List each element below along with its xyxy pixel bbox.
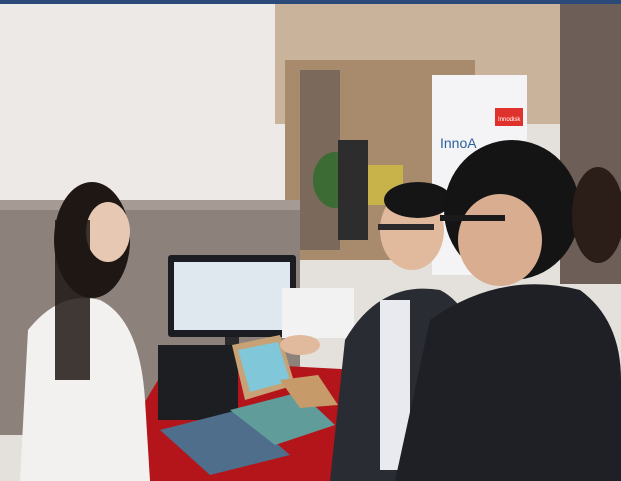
black-device (158, 345, 238, 420)
banner-logo-text: Innodisk (498, 117, 521, 123)
banner-text: InnoA (440, 135, 477, 151)
info-card (282, 288, 354, 338)
foreground-man-glasses (440, 215, 505, 221)
granite-ledge (0, 200, 300, 210)
woman-face (86, 202, 130, 262)
foreground-man-face (458, 194, 542, 286)
man-glasses (378, 224, 434, 230)
trade-show-photo: Innodisk InnoA (0, 4, 621, 481)
background-kiosk (338, 140, 368, 240)
woman-long-hair (55, 220, 90, 380)
monitor-screen (174, 262, 290, 330)
man-hand (280, 335, 320, 355)
white-wall (0, 4, 285, 214)
man-hair (384, 182, 452, 218)
photo-frame: Innodisk InnoA (0, 0, 621, 481)
